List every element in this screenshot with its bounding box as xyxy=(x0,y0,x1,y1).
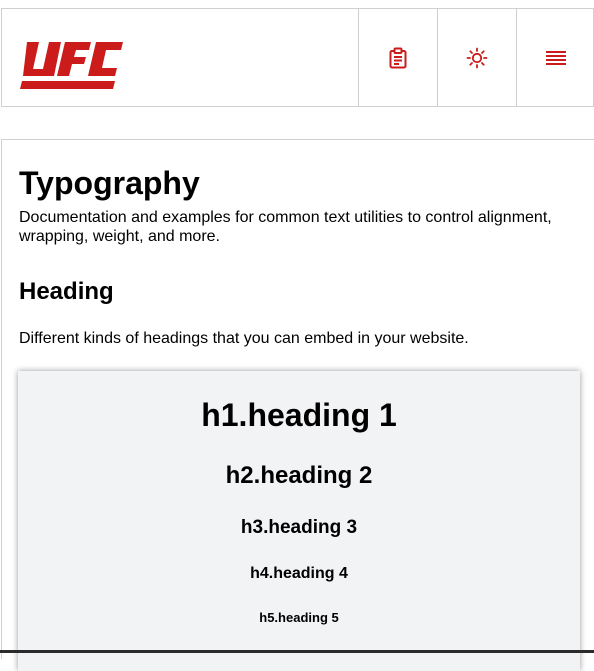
heading-3-example: h3.heading 3 xyxy=(240,517,358,538)
theme-toggle-button[interactable] xyxy=(437,9,516,106)
ufc-logo[interactable] xyxy=(19,36,124,91)
content-panel: Typography Documentation and examples fo… xyxy=(1,139,594,671)
heading-4-example: h4.heading 4 xyxy=(250,565,348,582)
heading-2-example: h2.heading 2 xyxy=(225,462,373,489)
sun-icon xyxy=(466,47,488,68)
menu-button[interactable] xyxy=(516,9,594,106)
section-description: Different kinds of headings that you can… xyxy=(19,330,469,347)
clipboard-icon xyxy=(389,47,407,68)
heading-examples-card: h1.heading 1 h2.heading 2 h3.heading 3 h… xyxy=(18,371,580,671)
heading-5-example: h5.heading 5 xyxy=(259,610,339,625)
menu-icon xyxy=(546,50,566,65)
top-header xyxy=(1,8,594,107)
clipboard-button[interactable] xyxy=(358,9,437,106)
page-title: Typography xyxy=(19,165,200,201)
section-title: Heading xyxy=(19,278,114,305)
page-description: Documentation and examples for common te… xyxy=(19,209,552,245)
heading-1-example: h1.heading 1 xyxy=(201,397,397,433)
